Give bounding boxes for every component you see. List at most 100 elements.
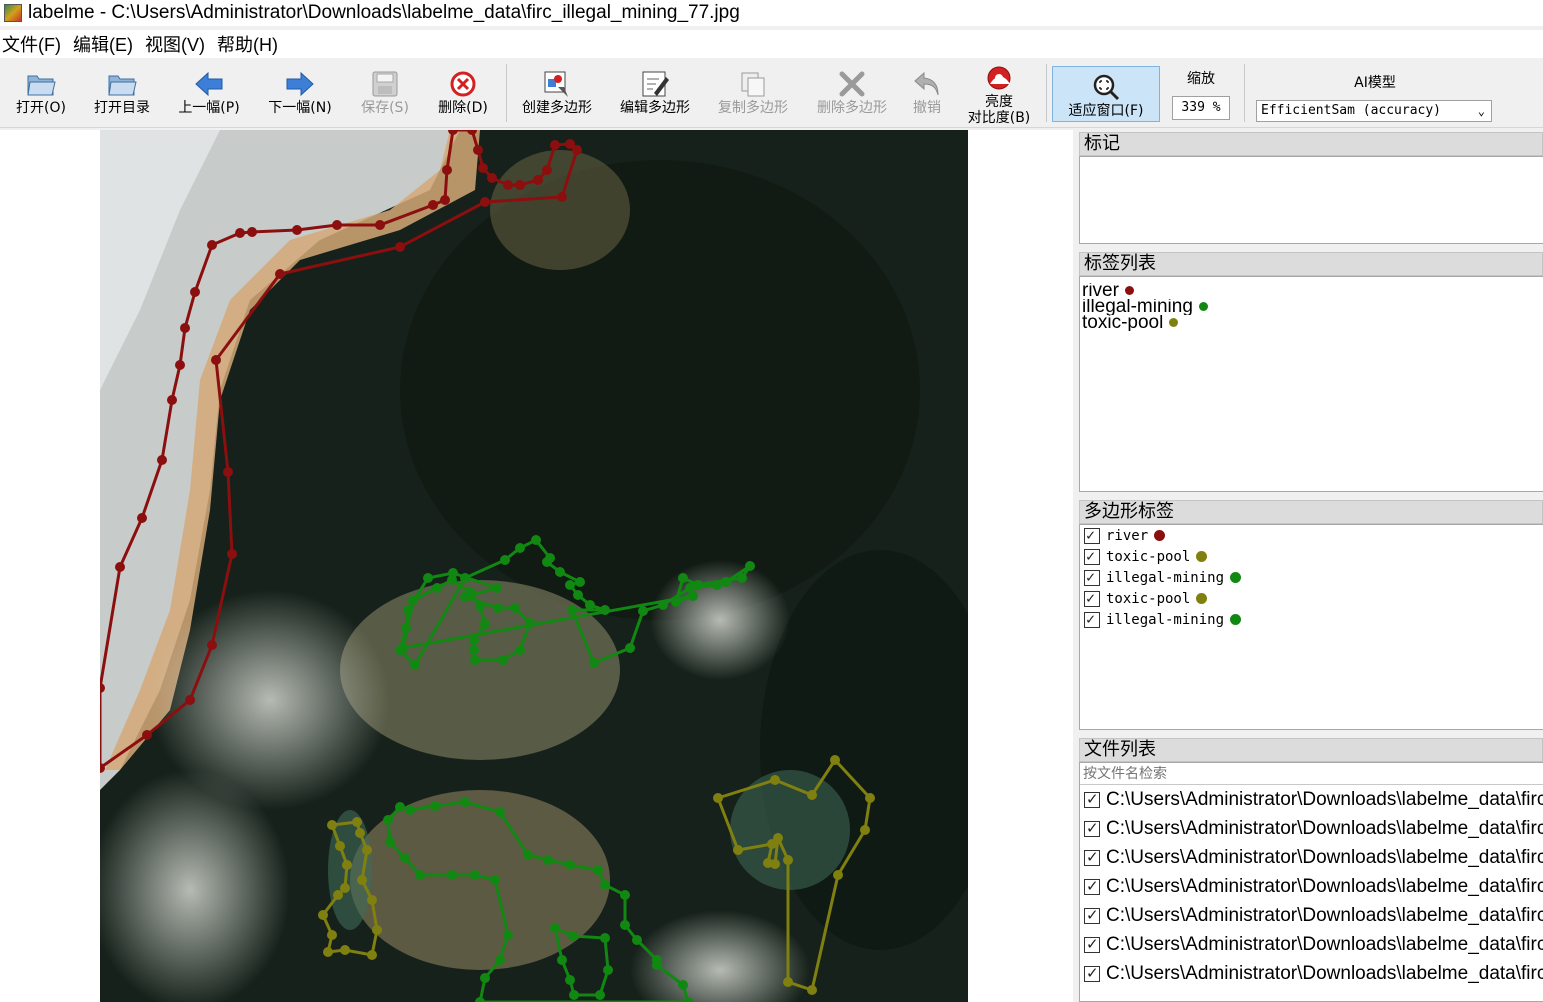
polygon-vertex[interactable] [688, 591, 698, 601]
polygon-vertex[interactable] [460, 592, 470, 602]
visibility-checkbox[interactable] [1084, 547, 1100, 565]
polygon-vertex[interactable] [492, 583, 502, 593]
polygon-vertex[interactable] [652, 960, 662, 970]
polygon-vertex[interactable] [332, 220, 342, 230]
file-list[interactable]: C:\Users\Administrator\Downloads\labelme… [1080, 785, 1543, 988]
polygon-vertex[interactable] [555, 567, 565, 577]
polygon-vertex[interactable] [400, 853, 410, 863]
file-list-item[interactable]: C:\Users\Administrator\Downloads\labelme… [1080, 872, 1543, 901]
file-checkbox[interactable] [1084, 935, 1100, 953]
polygon-vertex[interactable] [423, 573, 433, 583]
label-item-illegal-mining[interactable]: illegal-mining [1080, 299, 1543, 315]
polygon-vertex[interactable] [490, 875, 500, 885]
visibility-checkbox[interactable] [1084, 526, 1100, 544]
polygon-vertex[interactable] [432, 583, 442, 593]
polygon-vertex[interactable] [712, 580, 722, 590]
polygon-vertex[interactable] [207, 240, 217, 250]
polygon-label-list[interactable]: river toxic-pool illegal-mining toxic-po… [1079, 524, 1543, 730]
polygon-vertex[interactable] [503, 180, 513, 190]
polygon-vertex[interactable] [498, 655, 508, 665]
file-checkbox[interactable] [1084, 848, 1100, 866]
polygon-vertex[interactable] [543, 855, 553, 865]
polygon-vertex[interactable] [292, 225, 302, 235]
file-search-input[interactable] [1080, 763, 1543, 785]
polygon-vertex[interactable] [733, 845, 743, 855]
undo-button[interactable]: 撤销 [904, 62, 950, 124]
polygon-vertex[interactable] [385, 837, 395, 847]
polygon-vertex[interactable] [473, 145, 483, 155]
polygon-vertex[interactable] [340, 883, 350, 893]
polygon-vertex[interactable] [693, 580, 703, 590]
polygon-vertex[interactable] [223, 467, 233, 477]
brightness-contrast-button[interactable]: 亮度 对比度(B) [960, 62, 1038, 126]
polygon-vertex[interactable] [211, 355, 221, 365]
image-canvas[interactable] [0, 130, 1073, 1002]
menu-view[interactable]: 视图(V) [143, 31, 213, 57]
polygon-vertex[interactable] [480, 619, 490, 629]
polygon-vertex[interactable] [470, 655, 480, 665]
delete-polygon-button[interactable]: 删除多边形 [808, 62, 896, 124]
open-dir-button[interactable]: 打开目录 [88, 62, 156, 124]
polygon-vertex[interactable] [480, 197, 490, 207]
label-item-toxic-pool[interactable]: toxic-pool [1080, 315, 1543, 331]
polygon-vertex[interactable] [542, 557, 552, 567]
polygon-vertex[interactable] [275, 269, 285, 279]
polygon-row-toxic-pool[interactable]: toxic-pool [1080, 588, 1543, 609]
polygon-vertex[interactable] [783, 855, 793, 865]
polygon-vertex[interactable] [525, 618, 535, 628]
polygon-vertex[interactable] [575, 577, 585, 587]
file-list-item[interactable]: C:\Users\Administrator\Downloads\labelme… [1080, 930, 1543, 959]
polygon-vertex[interactable] [745, 561, 755, 571]
polygon-vertex[interactable] [533, 175, 543, 185]
polygon-vertex[interactable] [603, 965, 613, 975]
polygon-vertex[interactable] [807, 790, 817, 800]
polygon-vertex[interactable] [620, 920, 630, 930]
polygon-vertex[interactable] [515, 543, 525, 553]
polygon-vertex[interactable] [175, 360, 185, 370]
polygon-vertex[interactable] [460, 573, 470, 583]
polygon-vertex[interactable] [557, 192, 567, 202]
polygon-vertex[interactable] [327, 930, 337, 940]
file-list-item[interactable]: C:\Users\Administrator\Downloads\labelme… [1080, 785, 1543, 814]
polygon-vertex[interactable] [550, 923, 560, 933]
ai-model-select[interactable]: EfficientSam (accuracy) ⌄ [1256, 100, 1492, 122]
polygon-vertex[interactable] [487, 173, 497, 183]
polygon-vertex[interactable] [362, 845, 372, 855]
polygon-vertex[interactable] [395, 645, 405, 655]
polygon-vertex[interactable] [323, 947, 333, 957]
polygon-row-toxic-pool[interactable]: toxic-pool [1080, 546, 1543, 567]
polygon-vertex[interactable] [327, 820, 337, 830]
polygon-vertex[interactable] [352, 817, 362, 827]
polygon-vertex[interactable] [510, 603, 520, 613]
polygon-vertex[interactable] [367, 895, 377, 905]
polygon-vertex[interactable] [395, 242, 405, 252]
polygon-row-illegal-mining[interactable]: illegal-mining [1080, 567, 1543, 588]
polygon-vertex[interactable] [447, 870, 457, 880]
polygon-vertex[interactable] [367, 950, 377, 960]
polygon-vertex[interactable] [495, 807, 505, 817]
polygon-vertex[interactable] [448, 568, 458, 578]
polygon-vertex[interactable] [767, 839, 777, 849]
polygon-vertex[interactable] [830, 755, 840, 765]
polygon-vertex[interactable] [678, 980, 688, 990]
polygon-vertex[interactable] [763, 858, 773, 868]
polygon-vertex[interactable] [737, 573, 747, 583]
polygon-vertex[interactable] [495, 955, 505, 965]
polygon-vertex[interactable] [493, 603, 503, 613]
polygon-vertex[interactable] [395, 802, 405, 812]
polygon-vertex[interactable] [565, 580, 575, 590]
visibility-checkbox[interactable] [1084, 610, 1100, 628]
file-checkbox[interactable] [1084, 906, 1100, 924]
polygon-vertex[interactable] [593, 865, 603, 875]
polygon-vertex[interactable] [430, 801, 440, 811]
polygon-vertex[interactable] [142, 730, 152, 740]
polygon-vertex[interactable] [227, 549, 237, 559]
polygon-vertex[interactable] [460, 797, 470, 807]
polygon-vertex[interactable] [632, 935, 642, 945]
create-polygon-button[interactable]: 创建多边形 [514, 62, 600, 124]
polygon-vertex[interactable] [721, 577, 731, 587]
polygon-vertex[interactable] [565, 975, 575, 985]
polygon-vertex[interactable] [410, 660, 420, 670]
polygon-vertex[interactable] [408, 595, 418, 605]
file-checkbox[interactable] [1084, 790, 1100, 808]
